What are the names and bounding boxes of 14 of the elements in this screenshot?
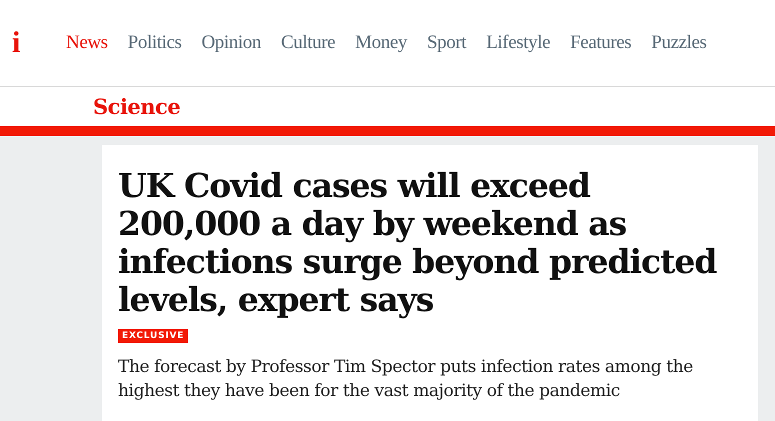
nav-link[interactable]: Lifestyle (476, 32, 560, 54)
nav-link[interactable]: Opinion (191, 32, 271, 54)
standfirst: The forecast by Professor Tim Spector puts infection rates among the highest they have been for the vast majority of the pandemic (118, 356, 694, 403)
section-title[interactable]: Science (93, 94, 180, 119)
nav-link[interactable]: Puzzles (641, 32, 717, 54)
headline: UK Covid cases will exceed 200,000 a day by weekend as infections surge beyond predicted levels, expert says (118, 167, 718, 319)
exclusive-badge: EXCLUSIVE (118, 329, 188, 343)
nav-link[interactable]: Politics (118, 32, 192, 54)
nav-link[interactable]: Sport (417, 32, 476, 54)
nav-link[interactable]: Features (560, 32, 642, 54)
nav-link[interactable]: News (56, 32, 118, 54)
site-logo[interactable]: i (0, 26, 56, 60)
nav-link[interactable]: Money (345, 32, 417, 54)
nav-link[interactable]: Culture (270, 32, 346, 54)
